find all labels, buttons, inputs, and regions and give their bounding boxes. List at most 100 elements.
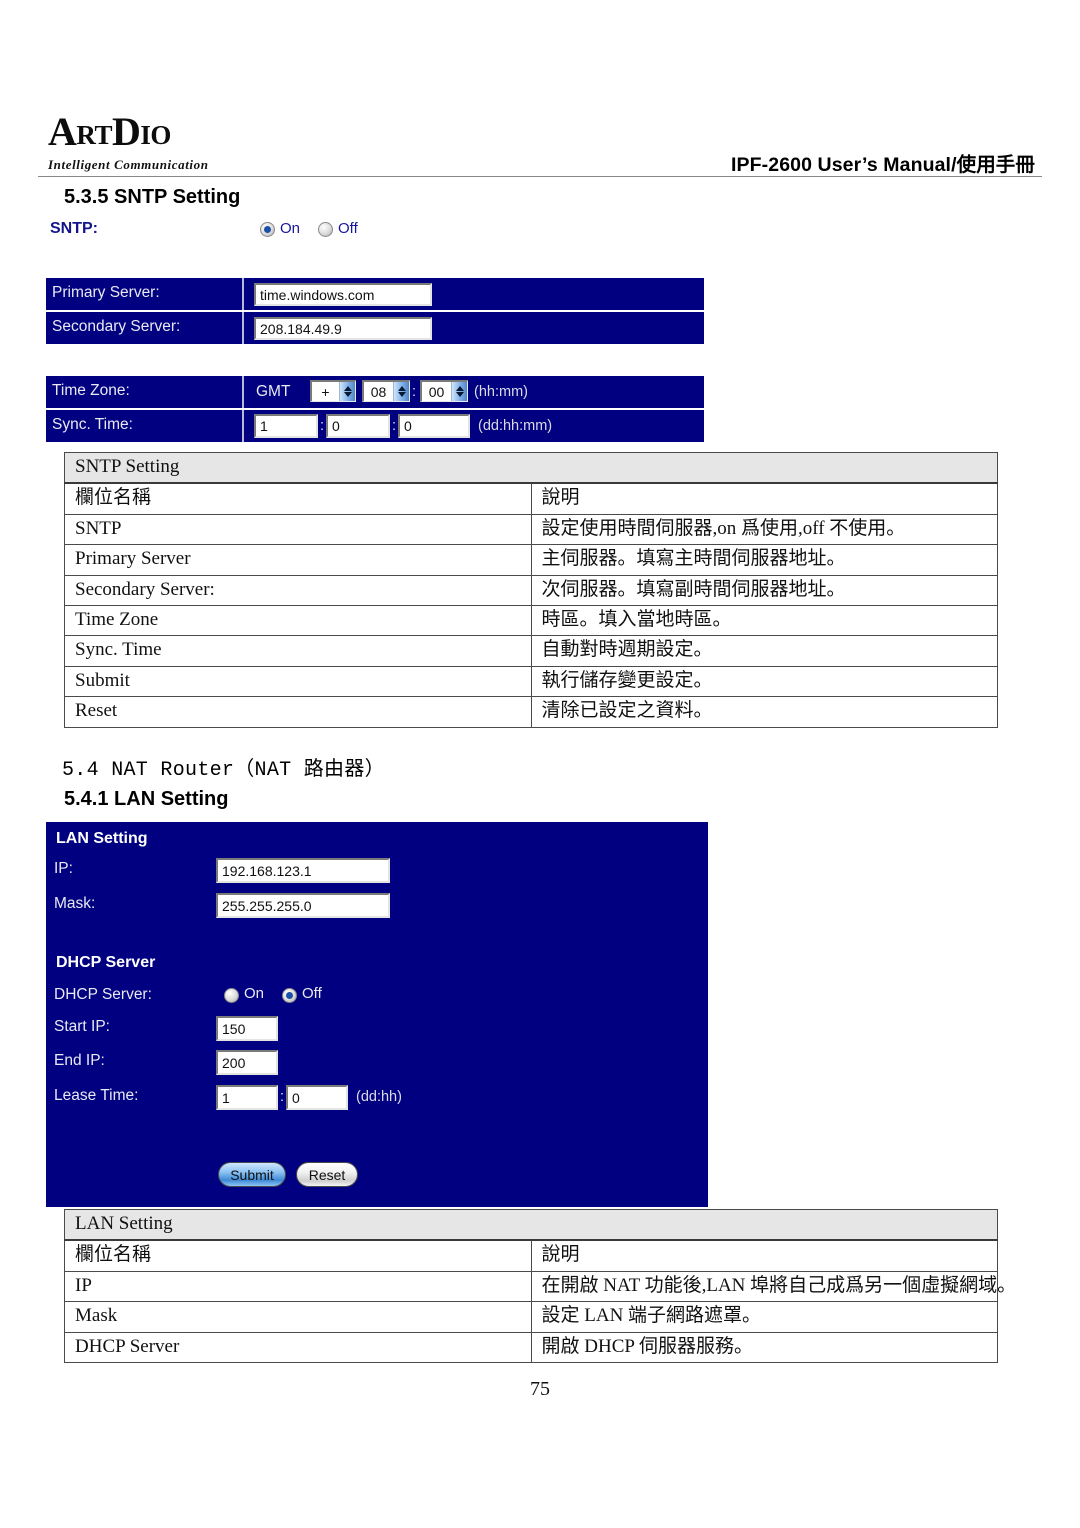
end-ip-label: End IP: [54,1052,105,1069]
table-header-row: 欄位名稱 說明 [64,1239,998,1272]
primary-server-label: Primary Server: [52,284,160,301]
table-row: Submit 執行儲存變更設定。 [64,665,998,698]
dhcp-server-label: DHCP Server: [54,986,152,1003]
secondary-server-row: Secondary Server: 208.184.49.9 [46,312,704,344]
header-description: 說明 [530,1239,998,1272]
sync-hours-input[interactable]: 0 [326,414,390,438]
lan-description-table: LAN Setting 欄位名稱 說明 IP 在開啟 NAT 功能後,LAN 埠… [64,1209,1016,1364]
dhcp-radio-on[interactable] [224,988,239,1003]
row-field-desc: 開啟 DHCP 伺服器服務。 [530,1331,998,1364]
sntp-radio-on[interactable] [260,222,275,237]
row-field-desc: 次伺服器。填寫副時間伺服器地址。 [530,574,998,607]
row-field-desc: 自動對時週期設定。 [530,635,998,667]
start-ip-input[interactable]: 150 [216,1016,278,1041]
table-header-row: 欄位名稱 說明 [64,482,998,515]
sync-days-input[interactable]: 1 [254,414,318,438]
timezone-sign-spinner[interactable]: + [310,380,356,402]
logo-tagline: Intelligent Communication [48,157,209,172]
timezone-format-note: (hh:mm) [474,384,528,400]
logo-letters-io: IO [140,120,171,150]
sntp-settings-panel: SNTP: On Off Primary Server: time.window… [46,214,704,442]
row-field-name: DHCP Server [64,1331,532,1364]
primary-server-row: Primary Server: time.windows.com [46,278,704,310]
timezone-sign-stepper-icon[interactable] [339,382,355,401]
reset-button[interactable]: Reset [296,1162,358,1187]
dhcp-section-title: DHCP Server [56,954,156,971]
time-zone-row: Time Zone: GMT + 08 : 00 (hh:mm) [46,376,704,408]
manual-title: IPF-2600 User’s Manual/使用手冊 [731,154,1035,176]
lease-hours-input[interactable]: 0 [286,1085,348,1110]
row-field-name: Sync. Time [64,635,532,667]
ip-label: IP: [54,860,73,877]
table-title-row: LAN Setting [64,1209,998,1242]
row-field-desc: 時區。填入當地時區。 [530,605,998,637]
row-field-name: Reset [64,696,532,728]
lease-separator: : [280,1089,285,1105]
end-ip-input[interactable]: 200 [216,1050,278,1075]
header-field-name: 欄位名稱 [64,1239,532,1272]
header-description: 說明 [530,482,998,515]
sntp-toggle-label: SNTP: [50,220,98,237]
timezone-hours-spinner[interactable]: 08 [362,380,410,402]
submit-button[interactable]: Submit [218,1162,286,1187]
table-row: Mask 設定 LAN 端子網路遮罩。 [64,1301,998,1333]
timezone-minutes-stepper-icon[interactable] [451,382,467,401]
gmt-label: GMT [256,383,291,400]
dhcp-radio-off-label[interactable]: Off [302,985,322,1002]
table-row: Sync. Time 自動對時週期設定。 [64,635,998,667]
section-heading-nat-router: 5.4 NAT Router（NAT 路由器） [62,759,385,782]
row-field-desc: 清除已設定之資料。 [530,696,998,728]
sntp-radio-on-label[interactable]: On [280,220,300,237]
table-row: Reset 清除已設定之資料。 [64,696,998,728]
sync-minutes-input[interactable]: 0 [398,414,470,438]
sync-separator-1: : [320,418,325,434]
mask-label: Mask: [54,895,96,912]
lan-panel-title: LAN Setting [56,830,148,847]
row-field-desc: 執行儲存變更設定。 [530,665,998,698]
header-field-name: 欄位名稱 [64,482,532,515]
row-field-desc: 在開啟 NAT 功能後,LAN 埠將自己成爲另一個虛擬網域。 [530,1270,1016,1303]
table-row: IP 在開啟 NAT 功能後,LAN 埠將自己成爲另一個虛擬網域。 [64,1270,1016,1303]
timezone-sign-value: + [321,383,330,400]
logo-letter-a: A [48,109,77,154]
sync-time-row: Sync. Time: 1 : 0 : 0 (dd:hh:mm) [46,410,704,442]
logo-letters-rt: RT [76,120,112,150]
lan-settings-panel: LAN Setting IP: 192.168.123.1 Mask: 255.… [46,822,708,1207]
time-zone-label: Time Zone: [52,382,130,399]
table-row: DHCP Server 開啟 DHCP 伺服器服務。 [64,1331,998,1364]
row-field-name: IP [64,1270,532,1303]
logo-wordmark: ARTDIO [48,112,209,156]
sntp-table-title: SNTP Setting [64,452,998,485]
lease-days-input[interactable]: 1 [216,1085,278,1110]
row-field-desc: 設定使用時間伺服器,on 爲使用,off 不使用。 [530,513,998,546]
primary-server-input[interactable]: time.windows.com [254,283,432,306]
header-divider [38,176,1042,177]
sync-format-note: (dd:hh:mm) [478,418,553,434]
page-header: ARTDIO Intelligent Communication IPF-260… [0,0,1080,180]
section-heading-lan-setting: 5.4.1 LAN Setting [64,788,229,810]
sntp-description-table: SNTP Setting 欄位名稱 說明 SNTP 設定使用時間伺服器,on 爲… [64,452,998,728]
sync-time-label: Sync. Time: [52,416,133,433]
row-field-name: Submit [64,665,532,698]
row-field-name: Secondary Server: [64,574,532,607]
ip-input[interactable]: 192.168.123.1 [216,858,390,883]
timezone-colon: : [412,384,417,400]
row-field-name: Mask [64,1301,532,1333]
lease-time-label: Lease Time: [54,1087,139,1104]
dhcp-radio-off[interactable] [282,988,297,1003]
row-field-name: Time Zone [64,605,532,637]
start-ip-label: Start IP: [54,1018,110,1035]
logo-letter-d: D [111,109,141,154]
dhcp-radio-on-label[interactable]: On [244,985,264,1002]
secondary-server-input[interactable]: 208.184.49.9 [254,317,432,340]
mask-input[interactable]: 255.255.255.0 [216,893,390,918]
timezone-hours-stepper-icon[interactable] [393,382,409,401]
row-field-desc: 設定 LAN 端子網路遮罩。 [530,1301,998,1333]
table-row: Primary Server 主伺服器。填寫主時間伺服器地址。 [64,544,998,576]
sntp-radio-off[interactable] [318,222,333,237]
sntp-radio-off-label[interactable]: Off [338,220,358,237]
sync-separator-2: : [392,418,397,434]
timezone-minutes-spinner[interactable]: 00 [420,380,468,402]
artdio-logo: ARTDIO Intelligent Communication [48,112,209,173]
table-title-row: SNTP Setting [64,452,998,485]
